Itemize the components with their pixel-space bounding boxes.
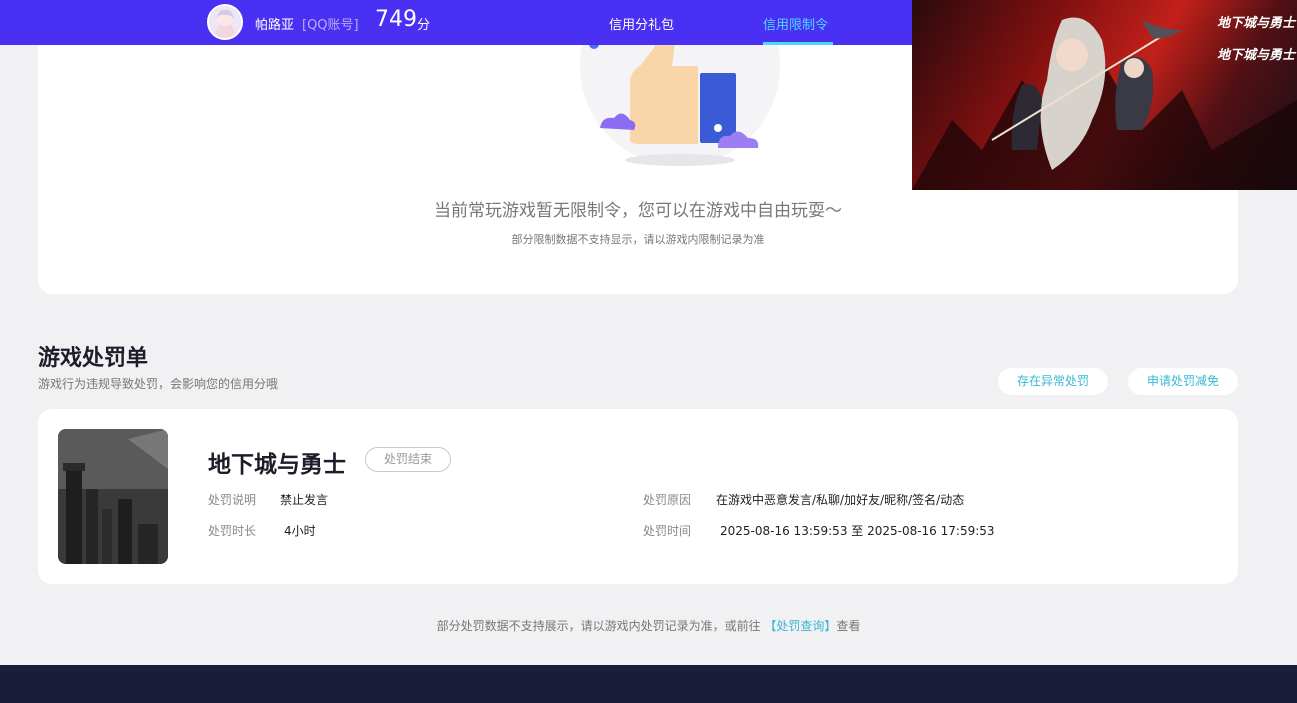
banner-logo-text: 地下城与勇士	[1217, 16, 1296, 31]
abnormal-penalty-button[interactable]: 存在异常处罚	[998, 368, 1108, 395]
credit-score-unit: 分	[417, 18, 431, 33]
penalty-section-subtitle: 游戏行为违规导致处罚，会影响您的信用分哦	[38, 377, 279, 391]
penalty-desc-label: 处罚说明	[208, 493, 257, 507]
penalty-query-link[interactable]: 【处罚查询】	[764, 619, 836, 633]
penalty-section-title: 游戏处罚单	[38, 346, 149, 371]
penalty-time-value: 2025-08-16 13:59:53 至 2025-08-16 17:59:5…	[720, 524, 995, 538]
nickname: 帕路亚	[255, 18, 295, 33]
penalty-reason-value: 在游戏中恶意发言/私聊/加好友/昵称/签名/动态	[716, 493, 965, 507]
penalty-reason-label: 处罚原因	[643, 493, 692, 507]
game-name: 地下城与勇士	[208, 452, 346, 478]
penalty-time-label: 处罚时间	[643, 524, 692, 538]
account-type: [QQ账号]	[302, 18, 359, 33]
game-ad-banner[interactable]: 地下城与勇士 地下城与勇士	[912, 0, 1297, 190]
credit-score: 749	[375, 7, 417, 32]
avatar[interactable]	[207, 4, 243, 40]
status-badge: 处罚结束	[365, 447, 451, 472]
footer-note-prefix: 部分处罚数据不支持展示，请以游戏内处罚记录为准，或前往	[436, 619, 761, 633]
footer-note-suffix: 查看	[836, 619, 861, 633]
page-footer-bar	[0, 665, 1297, 703]
game-cover-image	[58, 429, 168, 564]
penalty-reduction-button[interactable]: 申请处罚减免	[1128, 368, 1238, 395]
banner-logo-text-secondary: 地下城与勇士	[1217, 48, 1296, 63]
no-limit-message: 当前常玩游戏暂无限制令，您可以在游戏中自由玩耍～	[434, 201, 842, 221]
penalty-card: 地下城与勇士 处罚结束 处罚说明 禁止发言 处罚原因 在游戏中恶意发言/私聊/加…	[38, 409, 1238, 584]
penalty-desc-value: 禁止发言	[280, 493, 329, 507]
limit-data-note: 部分限制数据不支持显示，请以游戏内限制记录为准	[511, 233, 765, 246]
penalty-duration-label: 处罚时长	[208, 524, 257, 538]
nav-active-underline	[763, 42, 833, 45]
nav-credit-limit[interactable]: 信用限制令	[763, 14, 828, 33]
nav-credit-gift[interactable]: 信用分礼包	[609, 14, 674, 33]
penalty-duration-value: 4小时	[284, 524, 316, 538]
penalty-footer-note: 部分处罚数据不支持展示，请以游戏内处罚记录为准，或前往 【处罚查询】查看	[0, 617, 1297, 634]
